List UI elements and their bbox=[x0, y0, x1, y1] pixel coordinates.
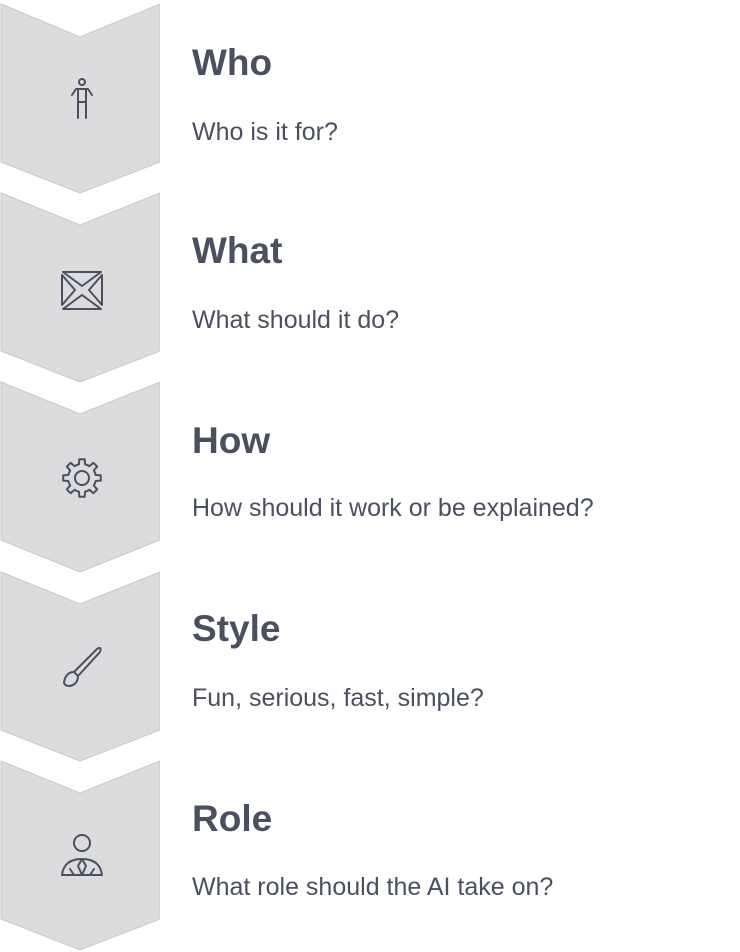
step-description-who: Who is it for? bbox=[192, 118, 338, 146]
user-tie-icon bbox=[61, 834, 103, 876]
step-description-what: What should it do? bbox=[192, 306, 400, 334]
step-description-style: Fun, serious, fast, simple? bbox=[192, 684, 484, 712]
step-title-role: Role bbox=[192, 798, 273, 839]
step-title-who: Who bbox=[192, 42, 273, 83]
gear-icon bbox=[62, 458, 102, 498]
step-description-how: How should it work or be explained? bbox=[192, 494, 594, 522]
step-title-style: Style bbox=[192, 608, 281, 649]
step-title-what: What bbox=[192, 230, 283, 271]
person-icon bbox=[71, 78, 93, 119]
paintbrush-icon bbox=[63, 647, 102, 687]
step-title-how: How bbox=[192, 420, 271, 461]
collapse-arrows-icon bbox=[61, 271, 103, 310]
step-description-role: What role should the AI take on? bbox=[192, 873, 554, 901]
